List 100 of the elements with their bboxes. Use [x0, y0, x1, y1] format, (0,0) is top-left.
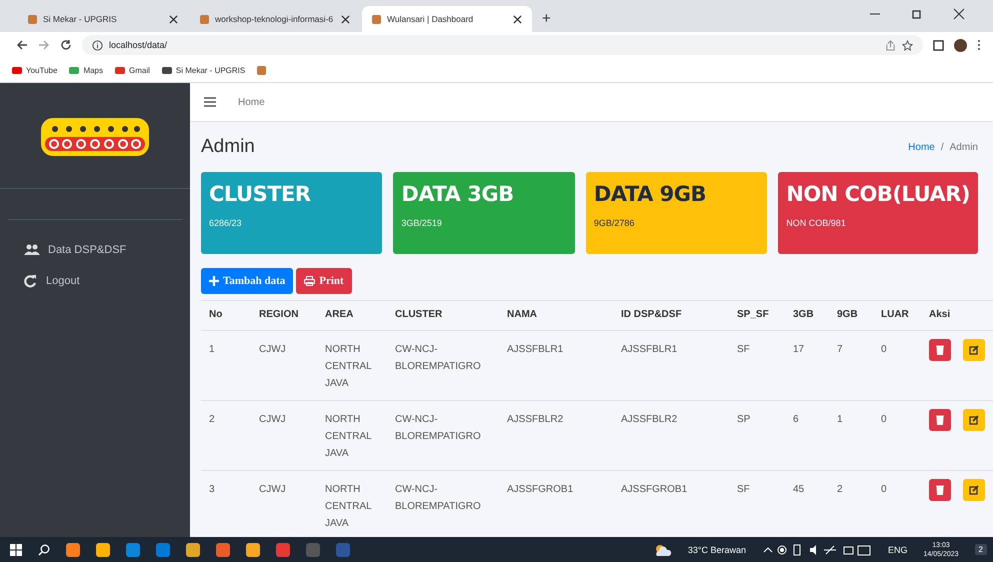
column-header: 3GB — [785, 300, 829, 330]
delete-button[interactable] — [929, 339, 951, 361]
column-header: 9GB — [829, 300, 873, 330]
browser-tab[interactable]: workshop-teknologi-informasi-6 — [190, 6, 360, 32]
info-icon — [92, 40, 103, 50]
card-title: DATA 9GB — [594, 182, 707, 206]
tray-icons-drawing[interactable] — [762, 544, 872, 556]
bookmark[interactable]: Maps — [69, 66, 103, 74]
app-icon[interactable] — [216, 542, 230, 556]
card-subtitle: 9GB/2786 — [594, 218, 636, 228]
close-icon[interactable] — [513, 14, 522, 24]
table-cell: 0 — [873, 400, 921, 470]
table-cell: AJSSFBLR1 — [499, 330, 613, 400]
users-icon — [24, 244, 40, 255]
sidebar-item[interactable]: Logout — [0, 265, 190, 296]
bookmark[interactable]: Si Mekar - UPGRIS — [162, 66, 246, 74]
sidebar-item[interactable]: Data DSP&DSF — [0, 234, 190, 265]
edit-button[interactable] — [963, 339, 985, 361]
card-subtitle: 6286/23 — [209, 218, 243, 228]
new-tab-button[interactable]: + — [542, 10, 551, 27]
bookmark-icon[interactable] — [257, 66, 266, 74]
table-cell: CW-NCJ-BLOREMPATIGRO — [387, 330, 499, 400]
browser-tab[interactable]: Si Mekar - UPGRIS — [18, 6, 188, 32]
column-header: No — [201, 300, 251, 330]
column-header: SP_SF — [729, 300, 785, 330]
table-cell: AJSSFBLR2 — [499, 400, 613, 470]
column-header: REGION — [251, 300, 317, 330]
edit-icon — [969, 345, 979, 355]
app-icon[interactable] — [246, 542, 260, 556]
close-icon[interactable] — [169, 14, 178, 24]
restore-icon[interactable] — [911, 8, 923, 20]
app-icon[interactable] — [276, 542, 290, 556]
table-cell: SP — [729, 400, 785, 470]
windows-icon[interactable] — [10, 544, 22, 556]
column-header: ID DSP&DSF — [613, 300, 729, 330]
search-icon[interactable] — [38, 544, 50, 556]
app-icon[interactable] — [96, 542, 110, 556]
notification-button[interactable]: 2 — [974, 544, 987, 555]
refresh-icon — [24, 274, 38, 288]
reload-icon[interactable] — [60, 39, 72, 51]
trash-icon — [936, 415, 944, 425]
app-icon[interactable] — [126, 542, 140, 556]
column-header: AREA — [317, 300, 387, 330]
card-subtitle: NON COB/981 — [786, 218, 847, 228]
breadcrumb-link[interactable]: Home — [908, 142, 935, 152]
address-bar[interactable]: localhost/data/ — [82, 35, 923, 55]
table-cell: SF — [729, 330, 785, 400]
language-indicator[interactable]: ENG — [888, 544, 908, 554]
delete-button[interactable] — [929, 409, 951, 431]
column-header: CLUSTER — [387, 300, 499, 330]
card-title: NON COB(LUAR) — [786, 182, 970, 206]
cloud-icon — [654, 544, 672, 556]
table-cell: 6 — [785, 400, 829, 470]
add-button[interactable]: Tambah data — [201, 268, 294, 294]
browser-tab[interactable]: Wulansari | Dashboard — [362, 6, 532, 32]
bookmark[interactable]: YouTube — [12, 66, 58, 74]
share-icon[interactable] — [885, 40, 896, 50]
card-title: DATA 3GB — [401, 182, 515, 206]
favicon-icon — [28, 14, 37, 24]
breadcrumb-current: Admin — [950, 142, 978, 152]
edit-button[interactable] — [963, 479, 985, 501]
favicon-icon — [200, 14, 209, 24]
table-cell: 17 — [785, 330, 829, 400]
table-cell: 2 — [201, 400, 251, 470]
edit-button[interactable] — [963, 409, 985, 431]
plus-icon — [209, 276, 219, 286]
column-header: Aksi — [921, 300, 993, 330]
page-title: Admin — [201, 136, 255, 158]
home-link[interactable]: Home — [238, 96, 265, 108]
table-cell: 1 — [201, 330, 251, 400]
table-cell: NORTH CENTRAL JAVA — [317, 330, 387, 400]
trash-icon — [936, 485, 944, 495]
table-cell: 0 — [873, 330, 921, 400]
sidebar-icon[interactable] — [933, 40, 944, 50]
star-icon[interactable] — [902, 40, 913, 50]
print-button[interactable]: Print — [296, 268, 352, 294]
weather-text[interactable]: 33°C Berawan — [688, 544, 746, 554]
delete-button[interactable] — [929, 479, 951, 501]
breadcrumb-separator: / — [940, 142, 944, 152]
table-cell: 7 — [829, 330, 873, 400]
trash-icon — [936, 345, 944, 355]
edit-icon — [969, 415, 979, 425]
menu-icon[interactable] — [204, 97, 216, 107]
back-icon[interactable] — [16, 39, 28, 51]
app-icon[interactable] — [66, 542, 80, 556]
table-cell: CJWJ — [251, 330, 317, 400]
close-icon[interactable] — [953, 8, 965, 20]
table-cell: 1 — [829, 400, 873, 470]
more-icon[interactable] — [977, 39, 981, 51]
bookmark[interactable]: Gmail — [115, 66, 150, 74]
table-cell: NORTH CENTRAL JAVA — [317, 400, 387, 470]
app-icon[interactable] — [186, 542, 200, 556]
printer-icon — [304, 276, 316, 286]
favicon-icon — [372, 14, 381, 24]
table-cell: CJWJ — [251, 400, 317, 470]
close-icon[interactable] — [341, 14, 350, 24]
edit-icon — [969, 485, 979, 495]
avatar[interactable] — [954, 38, 967, 52]
column-header: LUAR — [873, 300, 921, 330]
card-title: CLUSTER — [209, 182, 312, 206]
